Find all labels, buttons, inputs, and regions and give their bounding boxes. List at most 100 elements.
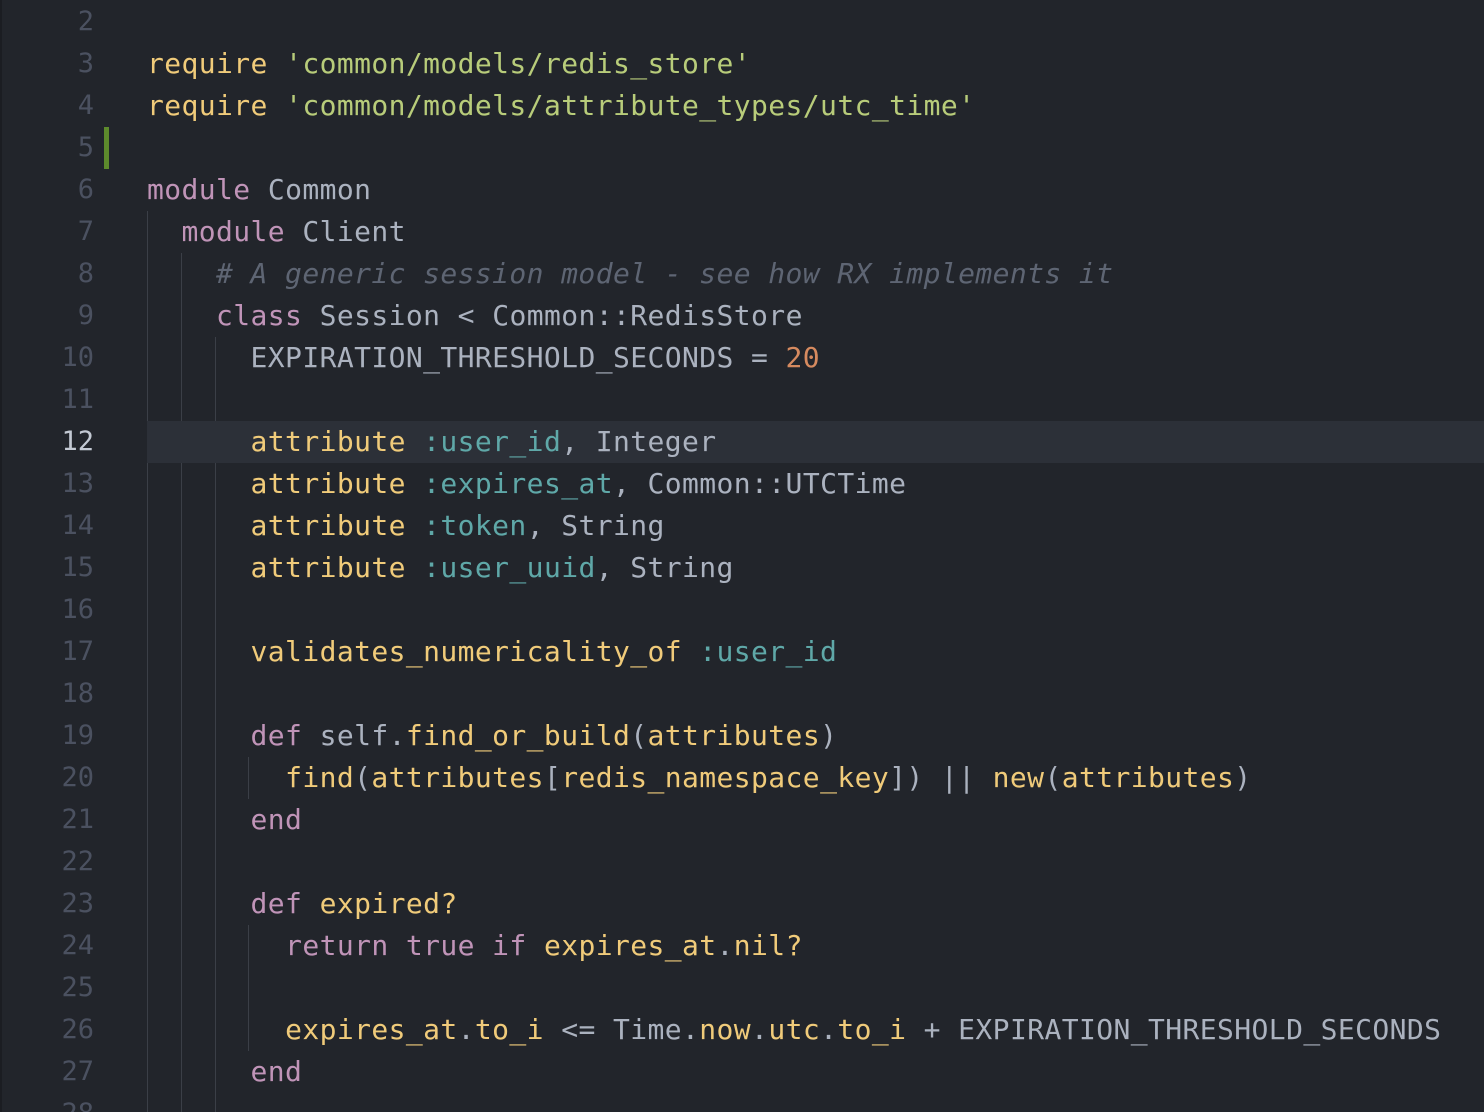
- code-token: utc: [768, 1013, 821, 1046]
- code-line-24[interactable]: 24 return true if expires_at.nil?: [0, 925, 1484, 967]
- line-number[interactable]: 4: [30, 85, 94, 127]
- code-token: EXPIRATION_THRESHOLD_SECONDS: [250, 341, 734, 374]
- line-number[interactable]: 3: [30, 43, 94, 85]
- code-text[interactable]: attribute :token, String: [147, 505, 665, 547]
- line-number[interactable]: 22: [30, 841, 94, 883]
- code-text[interactable]: def self.find_or_build(attributes): [147, 715, 837, 757]
- code-line-4[interactable]: 4 require 'common/models/attribute_types/…: [0, 85, 1484, 127]
- code-line-21[interactable]: 21 end: [0, 799, 1484, 841]
- code-text[interactable]: end: [147, 1051, 302, 1093]
- code-line-9[interactable]: 9 class Session < Common::RedisStore: [0, 295, 1484, 337]
- line-number[interactable]: 5: [30, 127, 94, 169]
- code-token: :expires_at: [423, 467, 613, 500]
- code-token: Session: [319, 299, 441, 332]
- line-number[interactable]: 15: [30, 547, 94, 589]
- code-token: true: [405, 929, 475, 962]
- code-token: # A generic session model - see how RX i…: [216, 257, 1114, 290]
- code-text[interactable]: end: [147, 799, 302, 841]
- code-line-23[interactable]: 23 def expired?: [0, 883, 1484, 925]
- code-text[interactable]: validates_numericality_of :user_id: [147, 631, 837, 673]
- code-text[interactable]: attribute :expires_at, Common::UTCTime: [147, 463, 906, 505]
- code-line-26[interactable]: 26 expires_at.to_i <= Time.now.utc.to_i …: [0, 1009, 1484, 1051]
- code-line-5[interactable]: 5: [0, 127, 1484, 169]
- code-line-27[interactable]: 27 end: [0, 1051, 1484, 1093]
- code-line-17[interactable]: 17 validates_numericality_of :user_id: [0, 631, 1484, 673]
- line-number[interactable]: 28: [30, 1093, 94, 1112]
- line-number[interactable]: 13: [30, 463, 94, 505]
- line-number[interactable]: 19: [30, 715, 94, 757]
- code-text[interactable]: require 'common/models/redis_store': [147, 43, 751, 85]
- code-text[interactable]: module Common: [147, 169, 371, 211]
- line-number[interactable]: 7: [30, 211, 94, 253]
- line-number[interactable]: 11: [30, 379, 94, 421]
- code-line-16[interactable]: 16: [0, 589, 1484, 631]
- code-text[interactable]: attribute :user_uuid, String: [147, 547, 734, 589]
- code-token: (: [630, 719, 648, 752]
- code-line-10[interactable]: 10 EXPIRATION_THRESHOLD_SECONDS = 20: [0, 337, 1484, 379]
- line-number[interactable]: 20: [30, 757, 94, 799]
- code-token: attributes: [647, 719, 821, 752]
- code-line-8[interactable]: 8 # A generic session model - see how RX…: [0, 253, 1484, 295]
- line-number[interactable]: 6: [30, 169, 94, 211]
- line-number[interactable]: 14: [30, 505, 94, 547]
- code-token: validates_numericality_of: [250, 635, 682, 668]
- line-number[interactable]: 2: [30, 1, 94, 43]
- line-number[interactable]: 17: [30, 631, 94, 673]
- line-number[interactable]: 18: [30, 673, 94, 715]
- code-line-15[interactable]: 15 attribute :user_uuid, String: [0, 547, 1484, 589]
- code-token: expires_at: [543, 929, 717, 962]
- code-line-13[interactable]: 13 attribute :expires_at, Common::UTCTim…: [0, 463, 1484, 505]
- code-line-12[interactable]: 12 attribute :user_id, Integer: [0, 421, 1484, 463]
- code-line-20[interactable]: 20 find(attributes[redis_namespace_key])…: [0, 757, 1484, 799]
- code-token: def: [250, 719, 303, 752]
- code-line-2[interactable]: 2: [0, 1, 1484, 43]
- code-line-7[interactable]: 7 module Client: [0, 211, 1484, 253]
- code-line-19[interactable]: 19 def self.find_or_build(attributes): [0, 715, 1484, 757]
- code-token: :user_id: [699, 635, 838, 668]
- code-token: String: [630, 551, 734, 584]
- line-number[interactable]: 9: [30, 295, 94, 337]
- code-text[interactable]: class Session < Common::RedisStore: [147, 295, 803, 337]
- code-text[interactable]: require 'common/models/attribute_types/u…: [147, 85, 975, 127]
- line-number[interactable]: 24: [30, 925, 94, 967]
- line-number[interactable]: 26: [30, 1009, 94, 1051]
- line-number[interactable]: 8: [30, 253, 94, 295]
- code-line-22[interactable]: 22: [0, 841, 1484, 883]
- code-line-14[interactable]: 14 attribute :token, String: [0, 505, 1484, 547]
- code-token: .: [751, 1013, 769, 1046]
- line-number[interactable]: 16: [30, 589, 94, 631]
- line-number[interactable]: 25: [30, 967, 94, 1009]
- code-line-3[interactable]: 3 require 'common/models/redis_store': [0, 43, 1484, 85]
- line-number[interactable]: 10: [30, 337, 94, 379]
- code-text[interactable]: def expired?: [147, 883, 458, 925]
- code-text[interactable]: attribute :user_id, Integer: [147, 421, 717, 463]
- code-text[interactable]: module Client: [147, 211, 406, 253]
- code-text[interactable]: expires_at.to_i <= Time.now.utc.to_i + E…: [147, 1009, 1441, 1051]
- code-editor[interactable]: 2 3 require 'common/models/redis_store' 4 re…: [0, 0, 1484, 1112]
- code-text[interactable]: return true if expires_at.nil?: [147, 925, 803, 967]
- code-line-6[interactable]: 6 module Common: [0, 169, 1484, 211]
- code-text[interactable]: # A generic session model - see how RX i…: [147, 253, 1113, 295]
- line-number[interactable]: 21: [30, 799, 94, 841]
- code-text[interactable]: EXPIRATION_THRESHOLD_SECONDS = 20: [147, 337, 820, 379]
- code-token: module: [147, 173, 251, 206]
- code-line-11[interactable]: 11: [0, 379, 1484, 421]
- line-number[interactable]: 12: [30, 421, 94, 463]
- code-token: ,: [561, 425, 596, 458]
- code-token: end: [250, 803, 303, 836]
- line-number[interactable]: 27: [30, 1051, 94, 1093]
- line-number[interactable]: 23: [30, 883, 94, 925]
- code-line-25[interactable]: 25: [0, 967, 1484, 1009]
- code-text[interactable]: find(attributes[redis_namespace_key]) ||…: [147, 757, 1252, 799]
- code-line-18[interactable]: 18: [0, 673, 1484, 715]
- code-line-28[interactable]: 28: [0, 1093, 1484, 1112]
